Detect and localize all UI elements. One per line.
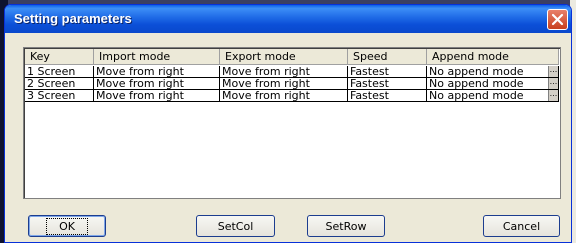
column-header-import-mode[interactable]: Import mode bbox=[94, 49, 220, 65]
column-header-export-mode[interactable]: Export mode bbox=[220, 49, 348, 65]
import-mode-cell[interactable]: Move from right bbox=[94, 90, 220, 102]
table-row[interactable]: 2 Screen Move from right Move from right… bbox=[25, 78, 559, 90]
key-cell[interactable]: 1 Screen bbox=[25, 66, 94, 78]
parameters-grid[interactable]: Key Import mode Export mode Speed Append… bbox=[23, 47, 561, 199]
ok-button-label: OK bbox=[46, 217, 88, 235]
import-mode-cell[interactable]: Move from right bbox=[94, 66, 220, 78]
dialog-title: Setting parameters bbox=[14, 11, 132, 26]
ellipsis-button[interactable]: ... bbox=[548, 66, 558, 77]
setcol-button[interactable]: SetCol bbox=[196, 215, 275, 237]
speed-cell[interactable]: Fastest bbox=[348, 78, 427, 90]
column-header-speed[interactable]: Speed bbox=[348, 49, 427, 65]
cancel-button[interactable]: Cancel bbox=[483, 215, 560, 237]
append-mode-cell[interactable]: No append mode ... bbox=[427, 78, 559, 90]
close-icon bbox=[551, 13, 564, 26]
grid-header-row: Key Import mode Export mode Speed Append… bbox=[25, 49, 559, 65]
append-mode-cell[interactable]: No append mode ... bbox=[427, 90, 559, 102]
speed-cell[interactable]: Fastest bbox=[348, 66, 427, 78]
ok-button[interactable]: OK bbox=[28, 215, 106, 237]
export-mode-cell[interactable]: Move from right bbox=[220, 78, 348, 90]
setting-parameters-dialog: Setting parameters Key Import mode Expor… bbox=[4, 4, 572, 243]
dialog-client-area: Key Import mode Export mode Speed Append… bbox=[5, 33, 571, 242]
column-header-append-mode[interactable]: Append mode bbox=[427, 49, 559, 65]
key-cell[interactable]: 3 Screen bbox=[25, 90, 94, 102]
column-header-key[interactable]: Key bbox=[25, 49, 94, 65]
close-button[interactable] bbox=[547, 9, 568, 30]
append-mode-value: No append mode bbox=[429, 90, 524, 102]
title-bar[interactable]: Setting parameters bbox=[5, 5, 571, 33]
ellipsis-button[interactable]: ... bbox=[548, 90, 558, 101]
append-mode-value: No append mode bbox=[429, 66, 524, 78]
import-mode-cell[interactable]: Move from right bbox=[94, 78, 220, 90]
ellipsis-button[interactable]: ... bbox=[548, 78, 558, 89]
table-row[interactable]: 1 Screen Move from right Move from right… bbox=[25, 66, 559, 78]
key-cell[interactable]: 2 Screen bbox=[25, 78, 94, 90]
append-mode-value: No append mode bbox=[429, 78, 524, 90]
export-mode-cell[interactable]: Move from right bbox=[220, 90, 348, 102]
table-row[interactable]: 3 Screen Move from right Move from right… bbox=[25, 90, 559, 102]
append-mode-cell[interactable]: No append mode ... bbox=[427, 66, 559, 78]
speed-cell[interactable]: Fastest bbox=[348, 90, 427, 102]
export-mode-cell[interactable]: Move from right bbox=[220, 66, 348, 78]
setrow-button[interactable]: SetRow bbox=[307, 215, 385, 237]
